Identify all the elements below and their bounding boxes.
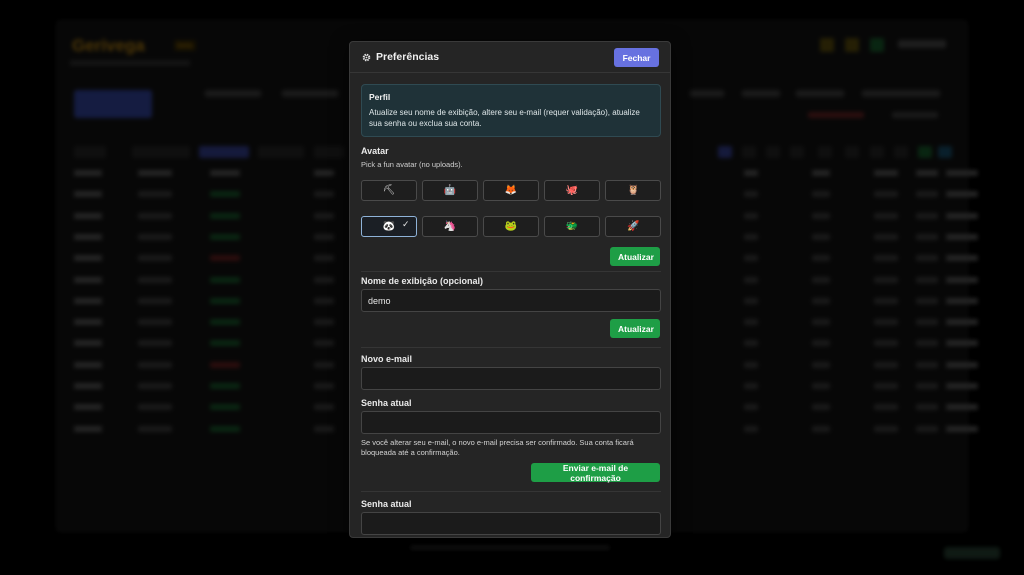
divider — [361, 347, 661, 348]
unicorn-icon: 🦄 — [443, 221, 457, 232]
modal-title: Preferências — [376, 51, 440, 63]
avatar-grid-row-1: ⛏ 🤖 🦊 🐙 🦉 — [361, 180, 661, 201]
panda-icon: 🐼 — [382, 221, 396, 232]
rocket-icon: 🚀 — [626, 221, 640, 232]
email-password-input[interactable] — [361, 411, 661, 434]
avatar-option-unicorn[interactable]: 🦄 — [422, 216, 478, 237]
avatar-hint: Pick a fun avatar (no uploads). — [361, 160, 463, 169]
avatar-label: Avatar — [361, 146, 389, 156]
frog-icon: 🐸 — [504, 221, 518, 232]
new-email-input[interactable] — [361, 367, 661, 390]
email-change-note: Se você alterar seu e-mail, o novo e-mai… — [361, 438, 634, 457]
divider — [361, 491, 661, 492]
send-confirmation-button[interactable]: Enviar e-mail de confirmação — [531, 463, 660, 483]
profile-info-box: Perfil Atualize seu nome de exibição, al… — [361, 84, 661, 137]
password-label: Senha atual — [361, 499, 412, 509]
profile-info-title: Perfil — [369, 92, 391, 102]
divider — [361, 271, 661, 272]
new-email-label: Novo e-mail — [361, 354, 413, 364]
check-icon: ✓ — [402, 220, 410, 230]
password-input[interactable] — [361, 512, 661, 535]
preferences-modal: Preferências Fechar Perfil Atualize seu … — [349, 41, 671, 538]
avatar-option-fox[interactable]: 🦊 — [483, 180, 539, 201]
close-button[interactable]: Fechar — [614, 48, 659, 67]
octopus-icon: 🐙 — [565, 185, 579, 196]
avatar-option-dragon[interactable]: 🐲 — [544, 216, 600, 237]
avatar-option-pickaxe[interactable]: ⛏ — [361, 180, 417, 201]
modal-title-wrap: Preferências — [361, 51, 439, 63]
robot-icon: 🤖 — [443, 185, 457, 196]
owl-icon: 🦉 — [626, 185, 640, 196]
dragon-icon: 🐲 — [565, 221, 579, 232]
pickaxe-icon: ⛏ — [382, 185, 396, 196]
email-password-label: Senha atual — [361, 398, 412, 408]
avatar-grid-row-2: 🐼 ✓ 🦄 🐸 🐲 🚀 — [361, 216, 661, 237]
avatar-option-owl[interactable]: 🦉 — [605, 180, 661, 201]
display-name-update-button[interactable]: Atualizar — [610, 319, 660, 338]
avatar-update-button[interactable]: Atualizar — [610, 247, 660, 266]
profile-info-text: Atualize seu nome de exibição, altere se… — [369, 108, 640, 128]
avatar-option-robot[interactable]: 🤖 — [422, 180, 478, 201]
gear-icon — [362, 53, 371, 61]
fox-icon: 🦊 — [504, 185, 518, 196]
display-name-label: Nome de exibição (opcional) — [361, 276, 484, 286]
avatar-option-frog[interactable]: 🐸 — [483, 216, 539, 237]
avatar-option-octopus[interactable]: 🐙 — [544, 180, 600, 201]
display-name-input[interactable] — [361, 289, 661, 312]
modal-header: Preferências Fechar — [350, 42, 670, 73]
avatar-option-panda[interactable]: 🐼 ✓ — [361, 216, 417, 237]
avatar-option-rocket[interactable]: 🚀 — [605, 216, 661, 237]
